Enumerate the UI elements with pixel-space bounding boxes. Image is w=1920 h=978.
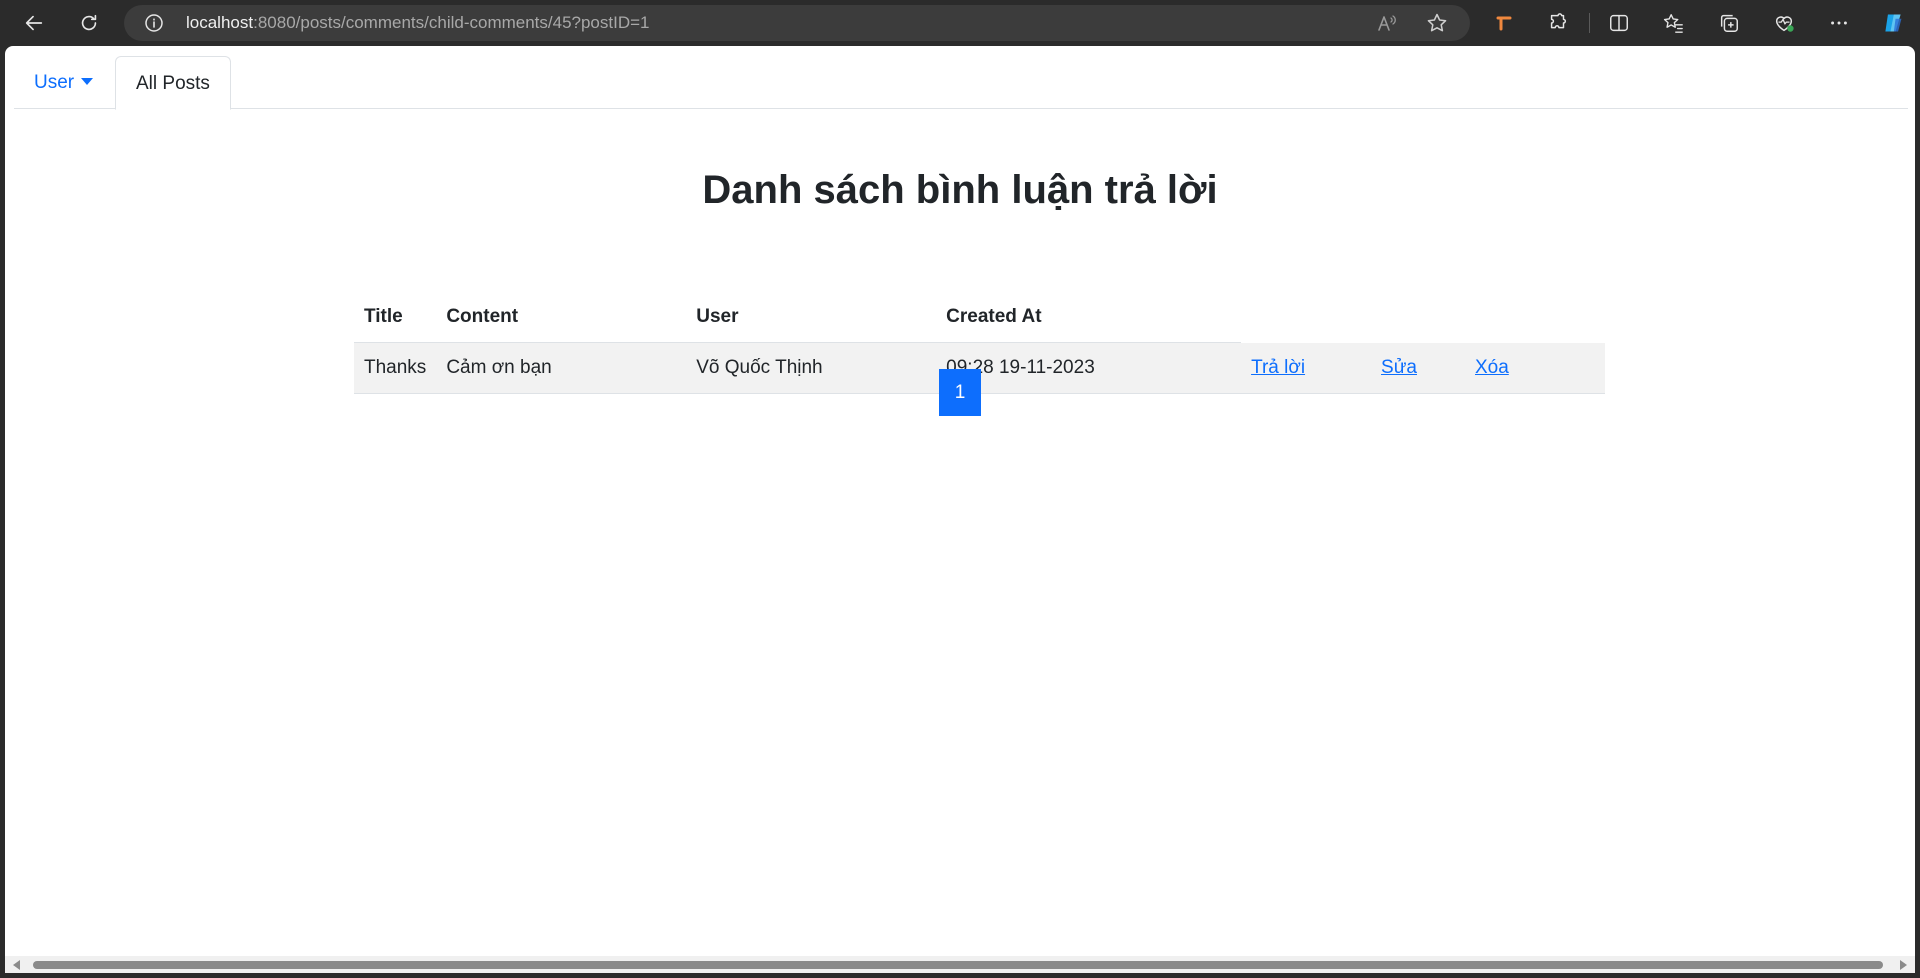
column-header-title: Title (354, 292, 437, 343)
tab-all-posts[interactable]: All Posts (115, 56, 231, 110)
scroll-right-arrow-icon[interactable] (1900, 960, 1907, 970)
page-title: Danh sách bình luận trả lời (702, 168, 1218, 212)
pagination-page-1[interactable]: 1 (939, 369, 981, 416)
more-icon[interactable] (1822, 6, 1856, 40)
cell-reply: Trả lời (1241, 342, 1372, 394)
page-viewport: User All Posts Danh sách bình luận trả l… (5, 46, 1915, 973)
cell-content: Cảm ơn bạn (436, 342, 687, 394)
browser-essentials-icon[interactable] (1767, 6, 1801, 40)
url-host: localhost (186, 13, 254, 32)
edit-link[interactable]: Sửa (1381, 357, 1417, 378)
copilot-icon[interactable] (1876, 6, 1910, 40)
url-path: :8080/posts/comments/child-comments/45?p… (253, 13, 650, 32)
column-header-blank (1241, 292, 1372, 343)
delete-link[interactable]: Xóa (1475, 357, 1509, 378)
split-screen-icon[interactable] (1602, 6, 1636, 40)
extensions-icon[interactable] (1541, 6, 1575, 40)
refresh-icon[interactable] (72, 6, 106, 40)
scrollbar-thumb[interactable] (33, 961, 1883, 969)
collections-icon[interactable] (1712, 6, 1746, 40)
favorite-star-icon[interactable] (1426, 12, 1448, 34)
info-icon[interactable] (144, 13, 164, 33)
toolbar-separator (1589, 13, 1590, 33)
cell-user: Võ Quốc Thịnh (686, 342, 937, 394)
url-text[interactable]: localhost:8080/posts/comments/child-comm… (186, 5, 650, 41)
read-aloud-icon[interactable] (1376, 12, 1398, 34)
reply-link[interactable]: Trả lời (1251, 357, 1305, 378)
back-icon[interactable] (17, 6, 51, 40)
favorites-icon[interactable] (1656, 6, 1690, 40)
column-header-blank (1465, 292, 1605, 343)
caret-down-icon (81, 78, 94, 85)
column-header-created-at: Created At (936, 292, 1242, 343)
nav-tabs: User All Posts (14, 56, 1908, 110)
user-dropdown-label: User (34, 72, 75, 93)
cell-delete: Xóa (1465, 342, 1605, 394)
table-header-row: Title Content User Created At (354, 292, 1605, 343)
scroll-left-arrow-icon[interactable] (13, 960, 20, 970)
cell-edit: Sửa (1371, 342, 1465, 394)
column-header-user: User (686, 292, 937, 343)
address-bar[interactable]: localhost:8080/posts/comments/child-comm… (124, 5, 1470, 41)
column-header-blank (1371, 292, 1465, 343)
cell-title: Thanks (354, 342, 437, 394)
horizontal-scrollbar[interactable] (5, 956, 1915, 973)
extension-orange-icon[interactable] (1488, 6, 1522, 40)
column-header-content: Content (436, 292, 687, 343)
cell-created-at: 09:28 19-11-2023 (936, 342, 1242, 394)
user-dropdown[interactable]: User (14, 56, 113, 109)
browser-toolbar: localhost:8080/posts/comments/child-comm… (0, 0, 1920, 46)
